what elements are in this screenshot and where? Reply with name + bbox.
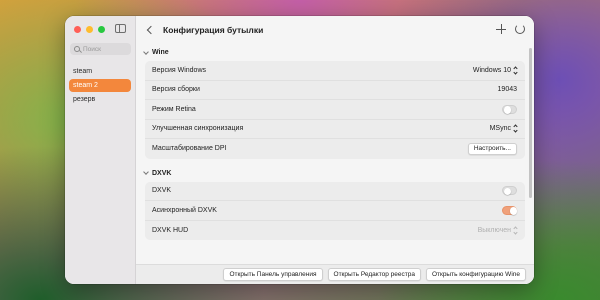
sidebar-item-label: резерв bbox=[73, 96, 96, 103]
retina-mode-row: Режим Retina bbox=[145, 100, 525, 120]
open-registry-editor-button[interactable]: Открыть Редактор реестра bbox=[327, 268, 421, 281]
open-control-panel-button[interactable]: Открыть Панель управления bbox=[223, 268, 323, 281]
zoom-window-icon[interactable] bbox=[98, 26, 105, 33]
dxvk-row: DXVK bbox=[145, 182, 525, 201]
scrollbar[interactable] bbox=[529, 48, 532, 198]
section-header-wine[interactable]: Wine bbox=[136, 44, 534, 61]
dxvk-hud-select[interactable]: Выключен bbox=[477, 226, 518, 235]
build-version-value[interactable]: 19043 bbox=[498, 86, 517, 93]
toolbar: Конфигурация бутылки bbox=[136, 16, 534, 44]
chevron-left-icon[interactable] bbox=[146, 25, 156, 35]
section-title: Wine bbox=[152, 49, 169, 56]
toggle-knob bbox=[503, 106, 511, 114]
app-window: Поиск steam steam 2 резерв Конфигурация … bbox=[65, 16, 534, 284]
search-icon bbox=[74, 46, 80, 52]
search-input[interactable]: Поиск bbox=[70, 43, 131, 55]
updown-chevron-icon bbox=[513, 226, 518, 235]
row-label: Версия сборки bbox=[152, 86, 200, 94]
sidebar-toggle-icon[interactable] bbox=[115, 24, 126, 33]
sidebar: Поиск steam steam 2 резерв bbox=[65, 16, 136, 284]
row-label: DXVK bbox=[152, 187, 172, 195]
window-controls bbox=[74, 26, 105, 33]
build-version-row: Версия сборки 19043 bbox=[145, 81, 525, 100]
search-placeholder: Поиск bbox=[83, 45, 102, 53]
refresh-icon[interactable] bbox=[515, 24, 525, 34]
select-value: Windows 10 bbox=[472, 66, 511, 74]
page-title: Конфигурация бутылки bbox=[163, 25, 264, 35]
toggle-knob bbox=[503, 187, 511, 196]
row-label: Версия Windows bbox=[152, 66, 206, 74]
dpi-configure-button[interactable]: Настроить... bbox=[467, 142, 517, 155]
sidebar-item-steam-2[interactable]: steam 2 bbox=[69, 79, 131, 92]
toggle-knob bbox=[509, 207, 517, 215]
chevron-down-icon bbox=[143, 169, 149, 175]
section-title: DXVK bbox=[152, 169, 172, 177]
footer-bar: Открыть Панель управления Открыть Редакт… bbox=[136, 264, 534, 284]
async-dxvk-toggle[interactable] bbox=[502, 205, 517, 215]
retina-toggle[interactable] bbox=[502, 104, 517, 114]
sync-row: Улучшенная синхронизация MSync bbox=[145, 120, 525, 139]
dpi-scaling-row: Масштабирование DPI Настроить... bbox=[145, 139, 525, 159]
windows-version-select[interactable]: Windows 10 bbox=[472, 66, 518, 75]
row-label: Масштабирование DPI bbox=[152, 145, 227, 153]
open-wine-config-button[interactable]: Открыть конфигурацию Wine bbox=[425, 268, 526, 281]
sidebar-item-label: steam bbox=[73, 68, 93, 75]
windows-version-row: Версия Windows Windows 10 bbox=[145, 61, 525, 81]
row-label: Улучшенная синхронизация bbox=[152, 125, 244, 133]
updown-chevron-icon bbox=[513, 66, 518, 75]
minimize-window-icon[interactable] bbox=[86, 26, 93, 33]
close-window-icon[interactable] bbox=[74, 26, 81, 33]
chevron-down-icon bbox=[143, 48, 149, 55]
sync-select[interactable]: MSync bbox=[489, 124, 518, 133]
plus-icon[interactable] bbox=[496, 24, 506, 34]
sidebar-item-reserve[interactable]: резерв bbox=[69, 93, 131, 106]
sidebar-item-label: steam 2 bbox=[73, 82, 98, 89]
dxvk-hud-row: DXVK HUD Выключен bbox=[145, 221, 525, 241]
bottle-list: steam steam 2 резерв bbox=[69, 65, 131, 106]
config-content: Wine Версия Windows Windows 10 Версия сб… bbox=[136, 44, 534, 264]
async-dxvk-row: Асинхронный DXVK bbox=[145, 201, 525, 221]
select-value: Выключен bbox=[477, 226, 511, 234]
select-value: MSync bbox=[489, 125, 511, 133]
dxvk-toggle[interactable] bbox=[502, 186, 517, 196]
row-label: DXVK HUD bbox=[152, 226, 189, 234]
section-header-dxvk[interactable]: DXVK bbox=[136, 165, 534, 182]
sidebar-item-steam[interactable]: steam bbox=[69, 65, 131, 78]
main-panel: Конфигурация бутылки Wine Версия Windows… bbox=[136, 16, 534, 284]
updown-chevron-icon bbox=[513, 124, 518, 133]
dxvk-settings-group: DXVK Асинхронный DXVK DXVK HUD Выключен bbox=[145, 181, 525, 241]
row-label: Асинхронный DXVK bbox=[152, 206, 217, 214]
wine-settings-group: Версия Windows Windows 10 Версия сборки … bbox=[145, 61, 525, 159]
row-label: Режим Retina bbox=[152, 105, 196, 113]
